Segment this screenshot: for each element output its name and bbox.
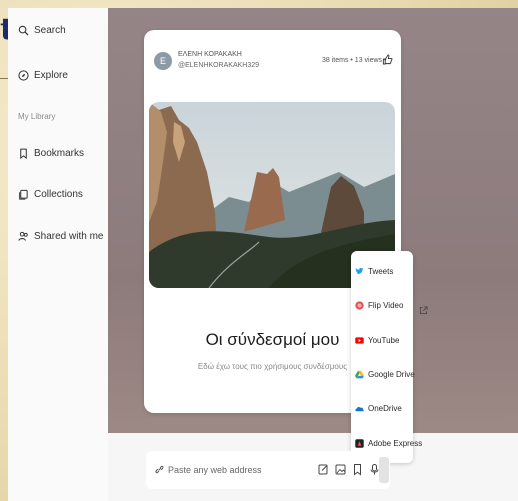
external-link-icon[interactable] [419,306,428,315]
save-bookmark-button[interactable] [352,463,363,476]
author-handle: @ELENHKORAKAKH329 [178,62,260,69]
image-icon [335,464,346,475]
sidebar-item-bookmarks[interactable]: Bookmarks [18,148,84,159]
share-item-label: Flip Video [368,301,404,310]
sidebar-item-label: Explore [34,70,68,81]
search-icon [18,25,29,36]
sidebar-item-label: Collections [34,189,83,200]
sidebar-item-label: Shared with me [34,231,104,242]
adobe-express-icon [355,439,364,448]
app-window: Search Explore My Library Bookmarks Coll… [8,8,518,501]
sidebar-item-label: Search [34,25,66,36]
share-item-google-drive[interactable]: Google Drive [355,370,415,379]
google-drive-icon [355,370,364,379]
share-item-tweets[interactable]: Tweets [355,267,393,276]
thumbs-up-icon[interactable] [382,54,393,65]
onedrive-icon [355,407,364,412]
upload-image-button[interactable] [335,463,346,476]
sidebar-item-shared-with-me[interactable]: Shared with me [18,231,103,242]
sidebar-item-collections[interactable]: Collections [18,189,83,200]
bookmark-icon [20,148,27,159]
bookmark-icon [354,464,361,476]
twitter-icon [355,267,364,275]
share-item-label: YouTube [368,336,400,345]
avatar[interactable]: E [154,52,172,70]
card-stats: 38 items • 13 views • [322,57,387,64]
youtube-icon [355,337,364,344]
share-item-adobe-express[interactable]: Adobe Express [355,439,422,448]
link-icon [155,465,164,474]
sidebar: Search Explore My Library Bookmarks Coll… [8,8,108,501]
collections-icon [19,189,28,200]
author-name[interactable]: ΕΛΕΝΗ ΚΟΡΑΚΑΚΗ [178,51,242,58]
share-item-label: OneDrive [368,404,402,413]
sidebar-item-label: Bookmarks [34,148,85,159]
users-icon [18,231,28,241]
sidebar-item-search[interactable]: Search [18,25,66,36]
frame-rule [0,78,8,79]
flip-icon [355,301,364,310]
share-item-label: Google Drive [368,370,415,379]
web-address-input[interactable] [168,461,288,479]
sidebar-item-explore[interactable]: Explore [18,70,68,81]
share-item-onedrive[interactable]: OneDrive [355,404,402,413]
edit-icon [318,464,328,475]
more-options-button[interactable] [379,457,389,483]
share-item-label: Tweets [368,267,394,276]
address-bar [146,451,390,489]
compass-icon [18,70,29,81]
composer-tools [318,463,380,476]
share-item-label: Adobe Express [368,439,423,448]
library-heading: My Library [18,112,56,121]
share-menu: Tweets Flip Video YouTube Google Drive O… [351,251,422,463]
edit-note-button[interactable] [318,463,329,476]
share-item-youtube[interactable]: YouTube [355,336,399,345]
share-item-flip-video[interactable]: Flip Video [355,301,403,310]
